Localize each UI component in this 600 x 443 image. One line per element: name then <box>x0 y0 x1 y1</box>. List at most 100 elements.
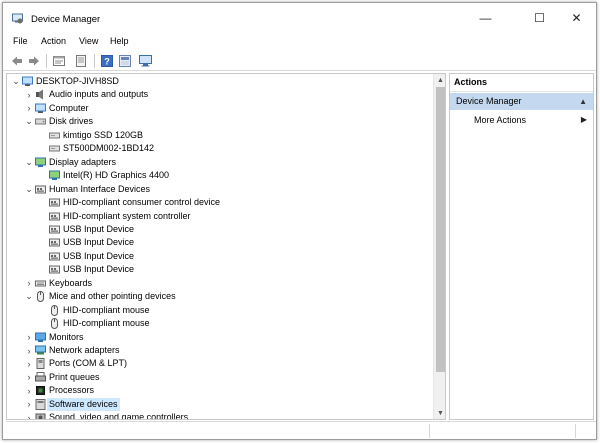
device-tree-pane[interactable]: ⌄ DESKTOP-JIVH8SD › Audio inputs and outp… <box>6 73 446 420</box>
vertical-scrollbar[interactable]: ▲ ▼ <box>433 74 445 419</box>
tree-category[interactable]: › Ports (COM & LPT) <box>7 357 431 370</box>
chevron-right-icon[interactable]: › <box>24 332 34 343</box>
tree-root[interactable]: ⌄ DESKTOP-JIVH8SD <box>7 75 431 88</box>
hid-icon <box>49 252 60 261</box>
display-icon <box>35 157 46 167</box>
tree-node-label: Keyboards <box>49 277 93 288</box>
hid-icon <box>49 225 60 234</box>
tree-device[interactable]: HID-compliant mouse <box>7 317 431 330</box>
tree-device[interactable]: HID-compliant mouse <box>7 304 431 317</box>
scrollbar-thumb[interactable] <box>436 87 445 372</box>
disk-icon <box>35 118 46 125</box>
chevron-right-icon[interactable]: › <box>24 278 34 289</box>
forward-button[interactable] <box>26 53 42 69</box>
tree-device[interactable]: ST500DM002-1BD142 <box>7 142 431 155</box>
minimize-button[interactable]: — <box>469 3 502 33</box>
tree-device[interactable]: HID-compliant consumer control device <box>7 196 431 209</box>
tree-category[interactable]: › Print queues <box>7 371 431 384</box>
tree-node-label: Print queues <box>49 371 100 382</box>
menu-view[interactable]: View <box>79 36 98 46</box>
tree-node-label: USB Input Device <box>63 250 135 261</box>
chevron-right-icon[interactable]: › <box>24 412 34 419</box>
scan-hardware-button[interactable] <box>137 53 153 69</box>
svg-text:?: ? <box>104 57 110 67</box>
mouse-icon <box>51 318 58 330</box>
chevron-right-icon[interactable]: › <box>24 103 34 114</box>
more-actions-link[interactable]: More Actions <box>474 115 526 125</box>
monitor-scan-icon <box>138 55 152 67</box>
scroll-down-icon[interactable]: ▼ <box>434 407 445 419</box>
submenu-arrow-icon[interactable]: ▶ <box>581 115 587 124</box>
maximize-button[interactable]: ☐ <box>523 3 556 33</box>
chevron-right-icon[interactable]: › <box>24 385 34 396</box>
show-hidden-button[interactable] <box>117 53 133 69</box>
tree-device[interactable]: kimtigo SSD 120GB <box>7 129 431 142</box>
tree-device[interactable]: USB Input Device <box>7 263 431 276</box>
tree-node-label: Computer <box>49 102 89 113</box>
actions-pane: Actions Device Manager ▲ More Actions ▶ <box>449 73 594 420</box>
tree-category[interactable]: › Keyboards <box>7 277 431 290</box>
help-button[interactable]: ? <box>99 53 115 69</box>
tree-device[interactable]: USB Input Device <box>7 250 431 263</box>
tree-device[interactable]: USB Input Device <box>7 236 431 249</box>
tree-category[interactable]: › Network adapters <box>7 344 431 357</box>
tree-category[interactable]: › Processors <box>7 384 431 397</box>
chevron-right-icon[interactable]: › <box>24 89 34 100</box>
tree-device[interactable]: USB Input Device <box>7 223 431 236</box>
chevron-down-icon[interactable]: ⌄ <box>24 157 34 168</box>
tree-node-label: ST500DM002-1BD142 <box>63 143 155 154</box>
tree-category[interactable]: › Computer <box>7 102 431 115</box>
chevron-down-icon[interactable]: ⌄ <box>24 116 34 127</box>
device-manager-app-icon <box>12 13 23 24</box>
tree-category[interactable]: ⌄ Mice and other pointing devices <box>7 290 431 303</box>
minimize-icon: — <box>479 11 492 25</box>
help-icon: ? <box>101 55 113 67</box>
monitor-icon <box>35 332 46 342</box>
chevron-down-icon[interactable]: ⌄ <box>24 291 34 302</box>
tree-category[interactable]: › Software devices <box>7 397 431 411</box>
tree-category[interactable]: ⌄ Disk drives <box>7 115 431 128</box>
tree-node-label: Intel(R) HD Graphics 4400 <box>63 170 170 181</box>
menu-bar: File Action View Help <box>3 34 596 50</box>
menu-file[interactable]: File <box>13 36 28 46</box>
hid-icon <box>49 198 60 207</box>
tree-device[interactable]: HID-compliant system controller <box>7 210 431 223</box>
maximize-icon: ☐ <box>534 11 545 25</box>
tree-node-label: Disk drives <box>49 116 94 127</box>
actions-section-device-manager[interactable]: Device Manager ▲ <box>450 93 593 110</box>
chevron-down-icon[interactable]: ⌄ <box>11 76 21 87</box>
tree-category[interactable]: › Audio inputs and outputs <box>7 88 431 101</box>
tree-category[interactable]: ⌄ Human Interface Devices <box>7 183 431 196</box>
menu-action[interactable]: Action <box>41 36 66 46</box>
update-driver-button[interactable] <box>73 53 89 69</box>
tree-node-label: Processors <box>49 385 95 396</box>
chevron-right-icon[interactable]: › <box>24 372 34 383</box>
tree-node-label: Audio inputs and outputs <box>49 89 149 100</box>
chevron-down-icon[interactable]: ⌄ <box>24 184 34 195</box>
update-driver-icon <box>76 55 86 67</box>
collapse-up-icon[interactable]: ▲ <box>579 97 587 106</box>
chevron-right-icon[interactable]: › <box>24 399 34 410</box>
tree-category[interactable]: › Monitors <box>7 331 431 344</box>
toolbar-separator <box>94 54 95 68</box>
computer-icon <box>35 103 46 113</box>
hid-icon <box>49 265 60 274</box>
menu-help[interactable]: Help <box>110 36 129 46</box>
scroll-up-icon[interactable]: ▲ <box>434 74 445 86</box>
device-manager-window: Device Manager — ☐ ✕ File Action View He… <box>2 2 597 440</box>
close-button[interactable]: ✕ <box>560 3 593 33</box>
close-icon: ✕ <box>571 11 582 25</box>
tree-root-label: DESKTOP-JIVH8SD <box>36 76 119 86</box>
status-bar <box>6 421 596 438</box>
back-button[interactable] <box>9 53 25 69</box>
properties-button[interactable] <box>51 53 67 69</box>
tree-category[interactable]: › Sound, video and game controllers <box>7 411 431 419</box>
tree-device[interactable]: Intel(R) HD Graphics 4400 <box>7 169 431 182</box>
tree-node-label: Display adapters <box>49 156 117 167</box>
tree-category[interactable]: ⌄ Display adapters <box>7 156 431 169</box>
hid-icon <box>35 185 46 194</box>
mouse-icon <box>37 291 44 303</box>
chevron-right-icon[interactable]: › <box>24 345 34 356</box>
title-bar: Device Manager — ☐ ✕ <box>3 3 596 33</box>
chevron-right-icon[interactable]: › <box>24 358 34 369</box>
